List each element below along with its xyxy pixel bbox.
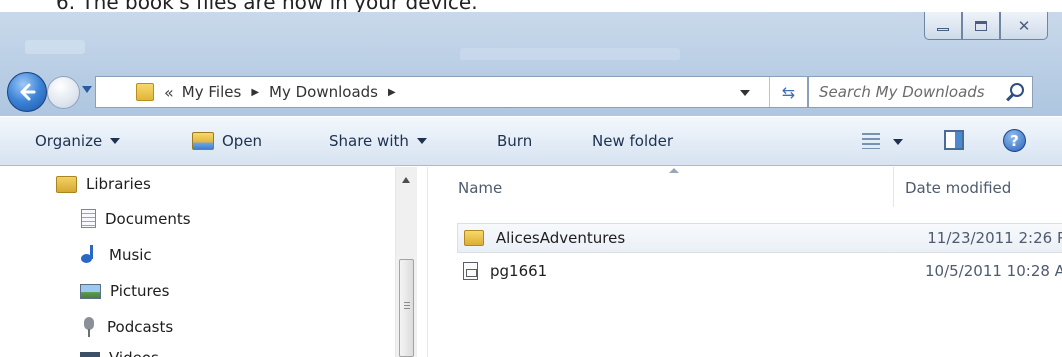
- libraries-icon: [56, 175, 77, 193]
- file-list: Name Date modified AlicesAdventures 11/2…: [429, 167, 1062, 357]
- file-icon: [463, 262, 478, 280]
- folder-icon: [136, 83, 154, 101]
- sort-ascending-icon: [669, 168, 679, 173]
- preview-pane-icon[interactable]: [944, 130, 964, 150]
- new-folder-label: New folder: [592, 132, 674, 150]
- search-icon[interactable]: [1010, 83, 1024, 97]
- grip-icon: [404, 302, 410, 310]
- sidebar-item-label: Videos: [109, 349, 159, 357]
- address-dropdown-icon[interactable]: [740, 90, 750, 96]
- share-with-button[interactable]: Share with: [329, 132, 427, 150]
- column-header-name[interactable]: Name: [458, 179, 502, 197]
- file-row[interactable]: AlicesAdventures 11/23/2011 2:26 P: [457, 223, 1062, 253]
- back-arrow-icon: [20, 83, 36, 101]
- sidebar-item-label: Pictures: [110, 282, 170, 300]
- share-with-label: Share with: [329, 132, 409, 150]
- burn-label: Burn: [497, 132, 533, 150]
- chevron-down-icon: [110, 138, 121, 144]
- blurred-background: [25, 40, 85, 54]
- overflow-chevron[interactable]: «: [164, 83, 174, 102]
- videos-icon: [80, 352, 100, 357]
- sidebar-item-label: Music: [109, 246, 152, 264]
- sidebar-item-music[interactable]: Music: [80, 245, 152, 265]
- sidebar-item-label: Libraries: [86, 175, 151, 193]
- documents-icon: [81, 209, 96, 228]
- sidebar-item-pictures[interactable]: Pictures: [80, 282, 169, 300]
- open-icon: [192, 132, 214, 150]
- search-box[interactable]: [808, 76, 1033, 108]
- file-name: AlicesAdventures: [495, 229, 626, 247]
- help-icon[interactable]: ?: [1003, 129, 1026, 152]
- command-bar: Organize Open Share with Burn New folder…: [0, 116, 1062, 166]
- scroll-up-icon[interactable]: [402, 177, 410, 183]
- sidebar-item-label: Documents: [105, 209, 191, 228]
- view-options-dropdown[interactable]: [893, 139, 903, 145]
- breadcrumb-arrow-icon[interactable]: ▶: [251, 87, 259, 98]
- breadcrumb-label: My Files: [181, 83, 242, 101]
- music-icon: [80, 245, 100, 265]
- breadcrumb-my-files[interactable]: My Files ▶: [182, 83, 269, 101]
- open-button[interactable]: Open: [192, 132, 262, 150]
- window-titlebar: ✕ « My Files ▶ My Downloads ▶ ⇆: [0, 12, 1062, 116]
- podcasts-icon: [80, 317, 98, 337]
- burn-button[interactable]: Burn: [497, 132, 532, 150]
- breadcrumb-arrow-icon[interactable]: ▶: [388, 87, 396, 98]
- file-row[interactable]: pg1661 10/5/2011 10:28 A: [457, 256, 1062, 286]
- sidebar-item-libraries[interactable]: Libraries: [56, 175, 151, 193]
- column-header-date-modified[interactable]: Date modified: [905, 179, 1011, 197]
- maximize-icon: [975, 20, 987, 31]
- search-input[interactable]: [819, 83, 999, 101]
- minimize-button[interactable]: [924, 12, 962, 40]
- sidebar-item-label: Podcasts: [107, 318, 174, 336]
- document-strip: 6. The book's files are now in your devi…: [0, 0, 1062, 12]
- address-bar[interactable]: « My Files ▶ My Downloads ▶ ⇆: [95, 76, 808, 108]
- close-icon: ✕: [1017, 16, 1031, 35]
- organize-label: Organize: [35, 132, 103, 150]
- pictures-icon: [80, 283, 101, 299]
- breadcrumb-label: My Downloads: [269, 83, 378, 101]
- back-button[interactable]: [7, 72, 47, 112]
- minimize-icon: [937, 28, 949, 31]
- navigation-pane: Libraries Documents Music Pictures Podca…: [0, 167, 428, 357]
- change-view-icon[interactable]: [862, 133, 880, 149]
- open-label: Open: [222, 132, 263, 150]
- breadcrumb-my-downloads[interactable]: My Downloads ▶: [269, 83, 406, 101]
- recent-pages-dropdown[interactable]: [82, 86, 92, 93]
- instruction-text: 6. The book's files are now in your devi…: [56, 0, 478, 12]
- file-name: pg1661: [490, 262, 548, 280]
- column-divider[interactable]: [893, 167, 894, 207]
- folder-icon: [464, 230, 484, 246]
- refresh-icon: ⇆: [781, 82, 796, 102]
- sidebar-item-podcasts[interactable]: Podcasts: [80, 317, 173, 337]
- chevron-down-icon: [416, 138, 427, 144]
- close-button[interactable]: ✕: [1000, 12, 1048, 40]
- sidebar-item-videos[interactable]: Videos: [80, 349, 159, 357]
- blurred-background: [460, 48, 680, 60]
- new-folder-button[interactable]: New folder: [592, 132, 673, 150]
- file-date: 10/5/2011 10:28 A: [925, 262, 1062, 280]
- maximize-button[interactable]: [962, 12, 1000, 40]
- forward-button[interactable]: [47, 76, 80, 109]
- sidebar-item-documents[interactable]: Documents: [81, 209, 191, 228]
- caption-buttons: ✕: [924, 12, 1048, 40]
- file-date: 11/23/2011 2:26 P: [927, 229, 1062, 247]
- scroll-thumb[interactable]: [399, 259, 414, 357]
- refresh-button[interactable]: ⇆: [769, 77, 807, 107]
- nav-scrollbar[interactable]: [395, 167, 417, 357]
- organize-button[interactable]: Organize: [35, 132, 121, 150]
